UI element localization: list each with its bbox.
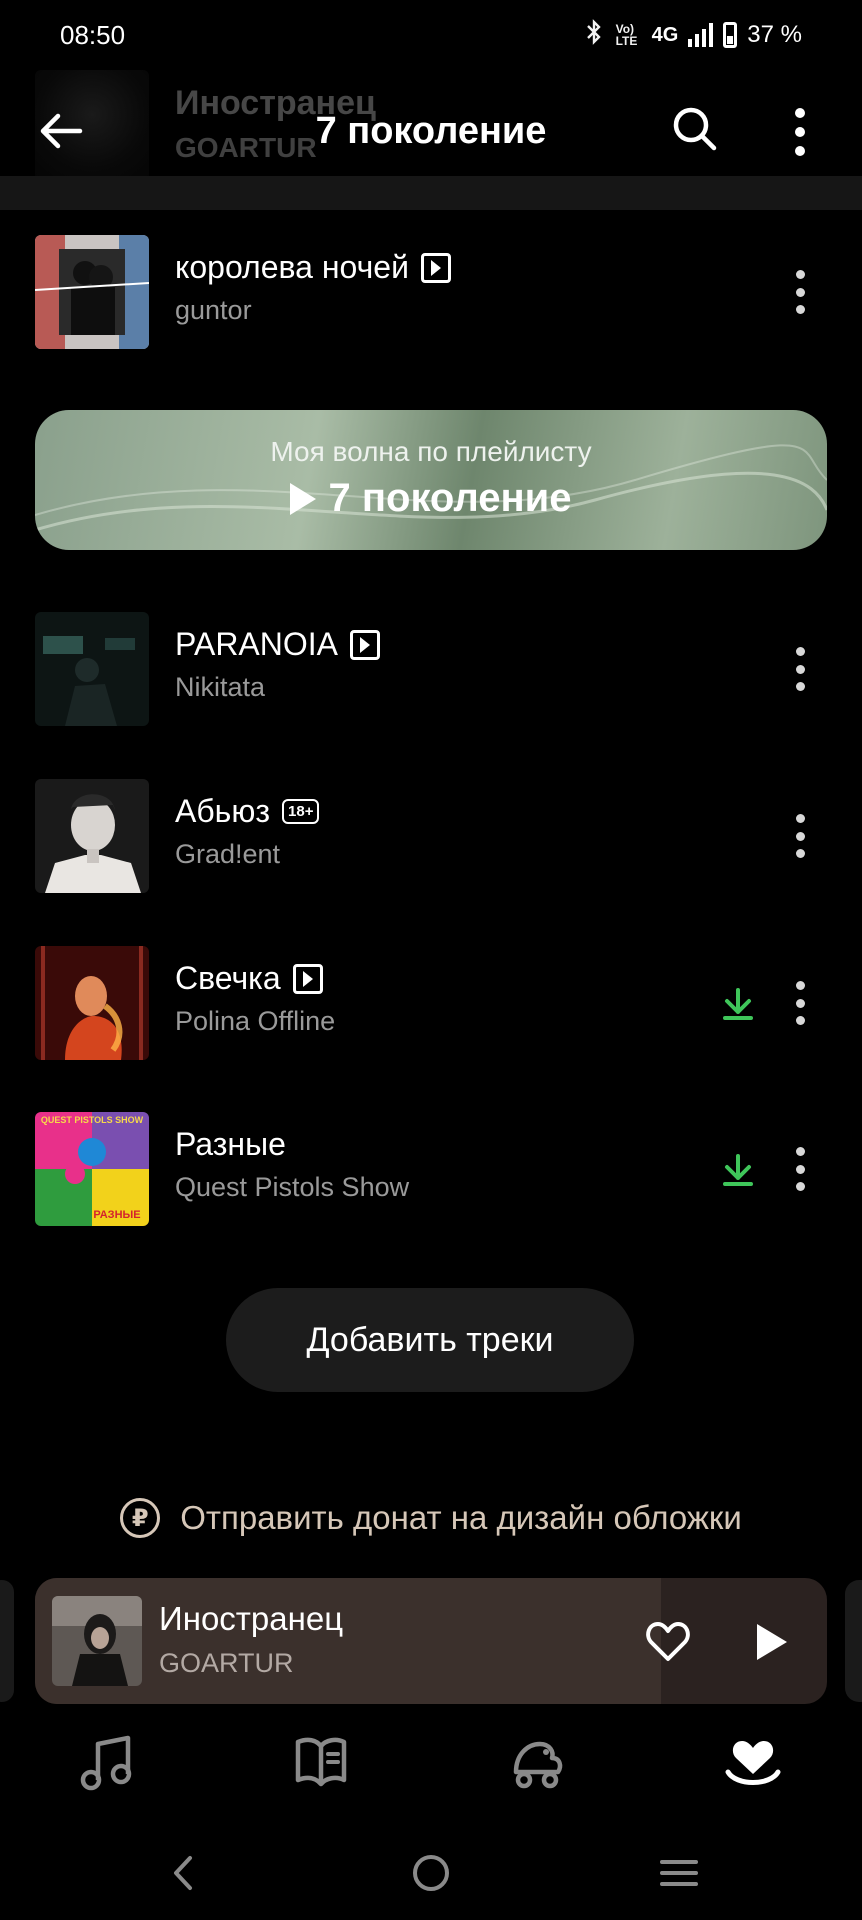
track-more-icon[interactable] (780, 1147, 820, 1191)
my-wave-banner[interactable]: Моя волна по плейлисту 7 поколение (35, 410, 827, 550)
track-title: королева ночей (175, 249, 409, 285)
donate-link[interactable]: ₽ Отправить донат на дизайн обложки (0, 1498, 862, 1538)
header-divider (0, 176, 862, 210)
volte-icon: Vo) LTE (615, 22, 638, 48)
battery-level: 37 % (747, 21, 802, 48)
my-wave-title: 7 поколение (328, 476, 572, 520)
battery-icon (723, 22, 738, 48)
track-title: PARANOIA (175, 626, 338, 662)
downloaded-icon (718, 984, 758, 1024)
track-more-icon[interactable] (780, 981, 820, 1025)
add-tracks-button[interactable]: Добавить треки (226, 1288, 634, 1392)
now-playing-cover (52, 1596, 142, 1686)
track-title: Разные (175, 1126, 286, 1162)
track-row[interactable]: Абьюз 18+ Grad!ent (0, 779, 862, 895)
collection-heart-icon[interactable] (718, 1728, 788, 1798)
track-artist: Grad!ent (175, 839, 281, 869)
track-cover (35, 946, 149, 1060)
track-artist: Polina Offline (175, 1006, 336, 1036)
donate-label: Отправить донат на дизайн обложки (180, 1499, 742, 1536)
track-artist: guntor (175, 295, 252, 325)
track-more-icon[interactable] (780, 270, 820, 314)
book-icon[interactable] (286, 1728, 356, 1798)
search-icon[interactable] (670, 104, 720, 154)
track-title: Абьюз (175, 793, 271, 829)
downloaded-icon (718, 1150, 758, 1190)
track-row[interactable]: Свечка Polina Offline (0, 946, 862, 1062)
track-cover (35, 612, 149, 726)
track-row[interactable]: QUEST PISTOLS SHOW РАЗНЫЕ Разные Quest P… (0, 1112, 862, 1228)
system-nav-bar (0, 1830, 862, 1920)
header: Иностранец GOARTUR 7 поколение (0, 70, 862, 210)
nav-back-icon[interactable] (158, 1848, 208, 1898)
previous-track-card[interactable] (0, 1580, 14, 1702)
kids-icon[interactable] (502, 1728, 572, 1798)
tab-bar (0, 1728, 862, 1808)
cover-band-name: QUEST PISTOLS SHOW (41, 1115, 144, 1125)
track-artist: Quest Pistols Show (175, 1172, 410, 1202)
more-options-icon[interactable] (780, 104, 820, 160)
track-cover (35, 235, 149, 349)
now-playing-artist: GOARTUR (159, 1648, 294, 1678)
bluetooth-icon (582, 19, 606, 51)
next-track-card[interactable] (845, 1580, 862, 1702)
video-clip-icon (350, 629, 380, 660)
status-bar: 08:50 Vo) LTE 4G 37 % (0, 0, 862, 70)
play-icon[interactable] (747, 1618, 795, 1666)
age-rating-badge: 18+ (282, 799, 320, 824)
signal-icon (688, 23, 714, 47)
my-wave-subtitle: Моя волна по плейлисту (270, 436, 592, 467)
track-row[interactable]: PARANOIA Nikitata (0, 612, 862, 728)
cover-album-name: РАЗНЫЕ (93, 1209, 140, 1221)
track-artist: Nikitata (175, 672, 266, 702)
music-note-icon[interactable] (74, 1728, 144, 1798)
ruble-icon: ₽ (120, 1498, 161, 1538)
play-icon (290, 482, 317, 515)
mini-player[interactable]: Иностранец GOARTUR (35, 1578, 827, 1704)
network-type: 4G (651, 23, 679, 46)
now-playing-title: Иностранец (159, 1600, 344, 1637)
track-more-icon[interactable] (780, 647, 820, 691)
track-cover: QUEST PISTOLS SHOW РАЗНЫЕ (35, 1112, 149, 1226)
like-heart-icon[interactable] (643, 1616, 693, 1666)
track-more-icon[interactable] (780, 814, 820, 858)
track-row[interactable]: королева ночей guntor (0, 235, 862, 351)
nav-home-icon[interactable] (406, 1848, 456, 1898)
track-cover (35, 779, 149, 893)
video-clip-icon (292, 963, 323, 994)
page-title: 7 поколение (315, 110, 547, 152)
video-clip-icon (420, 252, 451, 283)
track-title: Свечка (175, 960, 281, 996)
nav-recents-icon[interactable] (654, 1848, 704, 1898)
clock: 08:50 (60, 19, 126, 50)
